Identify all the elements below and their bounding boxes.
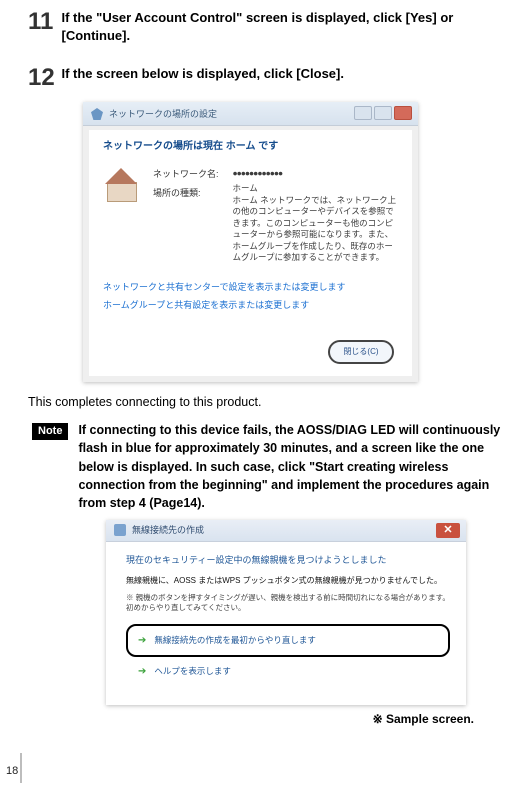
minimize-button[interactable] — [354, 106, 372, 120]
completion-text: This completes connecting to this produc… — [28, 394, 508, 411]
dialog2-close-button[interactable]: ✕ — [436, 523, 460, 538]
page-number: 18 — [6, 764, 18, 779]
restart-wireless-label: 無線接続先の作成を最初からやり直します — [154, 635, 316, 646]
dialog2-line1: 現在のセキュリティー設定中の無線親機を見つけようとしました — [126, 554, 450, 566]
dialog2-title: 無線接続先の作成 — [132, 524, 204, 536]
close-button-highlight[interactable]: 閉じる(C) — [328, 340, 394, 364]
dialog1-title: ネットワークの場所の設定 — [109, 108, 217, 120]
arrow-icon: ➔ — [138, 665, 146, 679]
note-text: If connecting to this device fails, the … — [78, 421, 508, 512]
step-11-number: 11 — [28, 6, 58, 38]
dialog2-body: 現在のセキュリティー設定中の無線親機を見つけようとしました 無線親機に、AOSS… — [106, 542, 466, 687]
dialog1-content-row: ネットワーク名: 場所の種類: ●●●●●●●●●●●● ホーム ホーム ネット… — [103, 168, 398, 264]
label-location-type: 場所の種類: — [153, 187, 219, 201]
window-buttons — [354, 106, 412, 120]
label-network-name: ネットワーク名: — [153, 168, 219, 182]
dialog1-links: ネットワークと共有センターで設定を表示または変更します ホームグループと共有設定… — [103, 278, 398, 314]
step-11: 11 If the "User Account Control" screen … — [28, 6, 508, 44]
step-11-text: If the "User Account Control" screen is … — [61, 6, 501, 44]
help-option[interactable]: ➔ ヘルプを表示します — [126, 665, 450, 679]
close-button-label: 閉じる(C) — [343, 347, 378, 358]
page-side-rule — [20, 753, 22, 783]
arrow-icon: ➔ — [138, 634, 146, 648]
window-close-button[interactable] — [394, 106, 412, 120]
location-description: ホーム ネットワークでは、ネットワーク上の他のコンピューターやデバイスを参照でき… — [233, 195, 398, 264]
wireless-creation-dialog: 無線接続先の作成 ✕ 現在のセキュリティー設定中の無線親機を見つけようとしました… — [106, 520, 466, 705]
network-icon — [91, 108, 103, 120]
maximize-button[interactable] — [374, 106, 392, 120]
house-icon — [103, 168, 139, 204]
step-12-number: 12 — [28, 62, 58, 94]
dialog1-titlebar: ネットワークの場所の設定 — [83, 102, 418, 126]
dialog2-line3: ※ 親機のボタンを押すタイミングが遅い、親機を検出する前に時間切れになる場合があ… — [126, 593, 450, 614]
step-12-text: If the screen below is displayed, click … — [61, 62, 501, 83]
help-label: ヘルプを表示します — [154, 666, 231, 677]
note-badge: Note — [32, 423, 68, 440]
dialog1-value-column: ●●●●●●●●●●●● ホーム ホーム ネットワークでは、ネットワーク上の他の… — [233, 168, 398, 264]
restart-wireless-option[interactable]: ➔ 無線接続先の作成を最初からやり直します — [126, 624, 450, 658]
wireless-icon — [114, 524, 126, 536]
dialog1-body: ネットワークの場所は現在 ホーム です ネットワーク名: 場所の種類: ●●●●… — [89, 130, 412, 376]
step-12: 12 If the screen below is displayed, cli… — [28, 62, 508, 94]
link-homegroup[interactable]: ホームグループと共有設定を表示または変更します — [103, 296, 398, 314]
dialog2-titlebar: 無線接続先の作成 ✕ — [106, 520, 466, 542]
value-location-type: ホーム — [233, 183, 398, 194]
dialog1-label-column: ネットワーク名: 場所の種類: — [153, 168, 219, 264]
dialog2-line2: 無線親機に、AOSS またはWPS プッシュボタン式の無線親機が見つかりませんで… — [126, 576, 450, 587]
dialog1-heading: ネットワークの場所は現在 ホーム です — [103, 140, 398, 154]
link-network-center[interactable]: ネットワークと共有センターで設定を表示または変更します — [103, 278, 398, 296]
note-row: Note If connecting to this device fails,… — [32, 421, 508, 512]
network-location-dialog: ネットワークの場所の設定 ネットワークの場所は現在 ホーム です ネットワーク名… — [83, 102, 418, 382]
sample-screen-caption: ※ Sample screen. — [28, 711, 508, 727]
dialog1-labels: ネットワーク名: 場所の種類: ●●●●●●●●●●●● ホーム ホーム ネット… — [153, 168, 398, 264]
value-network-name: ●●●●●●●●●●●● — [233, 168, 398, 179]
